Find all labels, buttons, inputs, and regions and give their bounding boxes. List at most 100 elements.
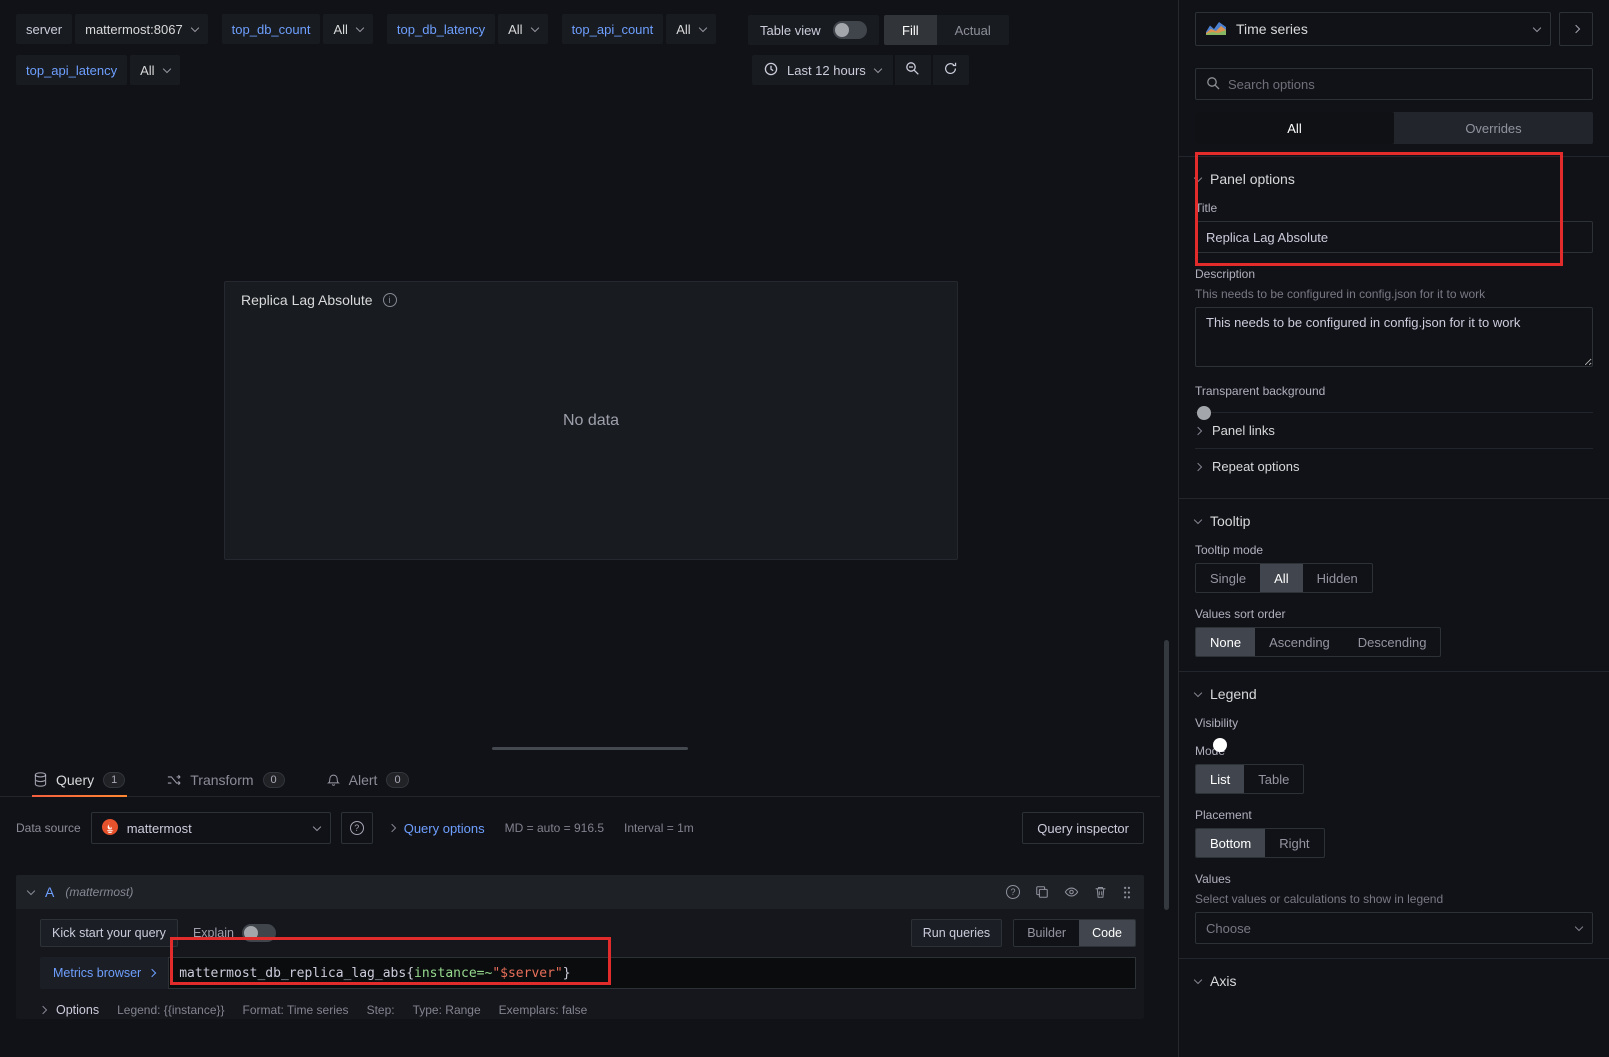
values-sort-order-segment: None Ascending Descending — [1195, 627, 1441, 657]
legend-header[interactable]: Legend — [1195, 686, 1593, 702]
sort-none[interactable]: None — [1196, 628, 1255, 656]
zoom-out-time-button[interactable] — [895, 55, 931, 85]
search-options-input[interactable] — [1228, 77, 1582, 92]
refresh-icon — [943, 61, 958, 79]
magnifier-minus-icon — [905, 61, 920, 79]
main-scrollbar[interactable] — [1164, 640, 1169, 910]
tab-alert[interactable]: Alert 0 — [325, 763, 411, 796]
chevron-down-icon — [162, 64, 170, 72]
panel-header[interactable]: Replica Lag Absolute i — [225, 282, 957, 318]
delete-query-button[interactable] — [1094, 885, 1107, 899]
legend-values-select[interactable]: Choose — [1195, 912, 1593, 944]
values-sort-order-label: Values sort order — [1195, 607, 1593, 621]
description-help-text: This needs to be configured in config.js… — [1195, 287, 1593, 301]
options-label[interactable]: Options — [56, 1003, 99, 1017]
var-value-top-db-count-dropdown[interactable]: All — [323, 14, 372, 44]
main-edit-area: server mattermost:8067 top_db_count All … — [0, 0, 1160, 1057]
tooltip-mode-hidden[interactable]: Hidden — [1303, 564, 1372, 592]
query-help-button[interactable]: ? — [1006, 885, 1020, 899]
tab-transform[interactable]: Transform 0 — [165, 763, 286, 796]
refresh-button[interactable] — [933, 55, 969, 85]
run-queries-button[interactable]: Run queries — [911, 919, 1002, 947]
chevron-right-icon[interactable] — [39, 1006, 47, 1014]
placement-right[interactable]: Right — [1265, 829, 1323, 857]
tab-query[interactable]: Query 1 — [32, 763, 127, 796]
var-value-top-db-latency-dropdown[interactable]: All — [498, 14, 547, 44]
panel-description-textarea[interactable]: This needs to be configured in config.js… — [1195, 307, 1593, 367]
panel-title-input[interactable] — [1195, 221, 1593, 253]
chevron-down-icon — [1194, 975, 1202, 983]
code-option[interactable]: Code — [1079, 920, 1135, 946]
query-options-toggle[interactable]: Query options — [389, 821, 485, 836]
tooltip-mode-all[interactable]: All — [1260, 564, 1302, 592]
time-range-picker[interactable]: Last 12 hours — [752, 55, 893, 85]
tab-label: Query — [56, 772, 94, 788]
kick-start-query-button[interactable]: Kick start your query — [40, 919, 178, 947]
step-summary: Step: — [367, 1003, 395, 1017]
var-value-server-dropdown[interactable]: mattermost:8067 — [75, 14, 208, 44]
data-source-help-button[interactable]: ? — [341, 812, 373, 844]
metrics-browser-label: Metrics browser — [53, 966, 141, 980]
sort-ascending[interactable]: Ascending — [1255, 628, 1344, 656]
drag-handle[interactable] — [1122, 885, 1132, 900]
editor-tabs: Query 1 Transform 0 Alert 0 — [0, 763, 1160, 797]
trash-icon — [1094, 885, 1107, 899]
panel-options-header[interactable]: Panel options — [1195, 171, 1593, 187]
info-icon[interactable]: i — [383, 293, 397, 307]
sort-descending[interactable]: Descending — [1344, 628, 1441, 656]
options-filter-tabs: All Overrides — [1195, 112, 1593, 144]
tooltip-header[interactable]: Tooltip — [1195, 513, 1593, 529]
visualization-picker[interactable]: Time series — [1195, 12, 1551, 46]
legend-mode-list[interactable]: List — [1196, 765, 1244, 793]
data-source-row: Data source mattermost ? Query options M… — [16, 812, 1144, 844]
panel-links-row[interactable]: Panel links — [1195, 412, 1593, 448]
legend-visibility-label: Visibility — [1195, 716, 1593, 730]
section-title: Legend — [1210, 686, 1257, 702]
format-summary: Format: Time series — [243, 1003, 349, 1017]
collapse-sidebar-button[interactable] — [1559, 12, 1593, 46]
metrics-browser-button[interactable]: Metrics browser — [40, 957, 168, 989]
chevron-down-icon — [1194, 688, 1202, 696]
tooltip-section: Tooltip Tooltip mode Single All Hidden V… — [1179, 498, 1609, 671]
toggle-query-visibility-button[interactable] — [1064, 885, 1079, 899]
pane-resize-handle[interactable] — [492, 747, 688, 750]
promql-query-input[interactable]: mattermost_db_replica_lag_abs{instance=~… — [168, 957, 1136, 989]
query-action-icons: ? — [1006, 885, 1132, 900]
time-controls: Last 12 hours — [752, 55, 969, 85]
legend-section: Legend Visibility Mode List Table Placem… — [1179, 671, 1609, 958]
chevron-down-icon — [356, 23, 364, 31]
filter-tab-overrides[interactable]: Overrides — [1394, 112, 1593, 144]
title-field-label: Title — [1195, 201, 1593, 215]
promql-metric: mattermost_db_replica_lag_abs{ — [179, 966, 414, 981]
toggle-knob — [835, 23, 849, 37]
pane-size-segment: Fill Actual — [884, 15, 1009, 45]
data-source-picker[interactable]: mattermost — [91, 812, 331, 844]
tab-count-badge: 0 — [386, 772, 408, 788]
filter-tab-all[interactable]: All — [1195, 112, 1394, 144]
actual-option[interactable]: Actual — [937, 15, 1009, 45]
legend-mode-table[interactable]: Table — [1244, 765, 1303, 793]
collapse-chevron-icon[interactable] — [27, 886, 35, 894]
placement-bottom[interactable]: Bottom — [1196, 829, 1265, 857]
query-datasource-hint: (mattermost) — [65, 885, 133, 899]
tooltip-mode-single[interactable]: Single — [1196, 564, 1260, 592]
chevron-right-icon — [1572, 25, 1580, 33]
panel-title: Replica Lag Absolute — [241, 292, 373, 308]
axis-section: Axis — [1179, 958, 1609, 1003]
axis-header[interactable]: Axis — [1195, 973, 1593, 989]
repeat-options-row[interactable]: Repeat options — [1195, 448, 1593, 484]
query-inspector-button[interactable]: Query inspector — [1022, 812, 1144, 844]
builder-option[interactable]: Builder — [1014, 920, 1079, 946]
tab-label: Alert — [349, 772, 378, 788]
table-view-toggle[interactable] — [833, 21, 867, 39]
var-value-top-api-count-dropdown[interactable]: All — [666, 14, 715, 44]
query-card-header[interactable]: A (mattermost) ? — [16, 875, 1144, 909]
var-value-top-api-latency-dropdown[interactable]: All — [130, 55, 179, 85]
explain-toggle[interactable] — [242, 924, 276, 942]
explain-label: Explain — [193, 926, 234, 940]
visualization-panel: Replica Lag Absolute i No data — [224, 281, 958, 560]
duplicate-query-button[interactable] — [1035, 885, 1049, 899]
tab-label: Transform — [190, 772, 253, 788]
var-value-text: All — [140, 63, 154, 78]
fill-option[interactable]: Fill — [884, 15, 937, 45]
